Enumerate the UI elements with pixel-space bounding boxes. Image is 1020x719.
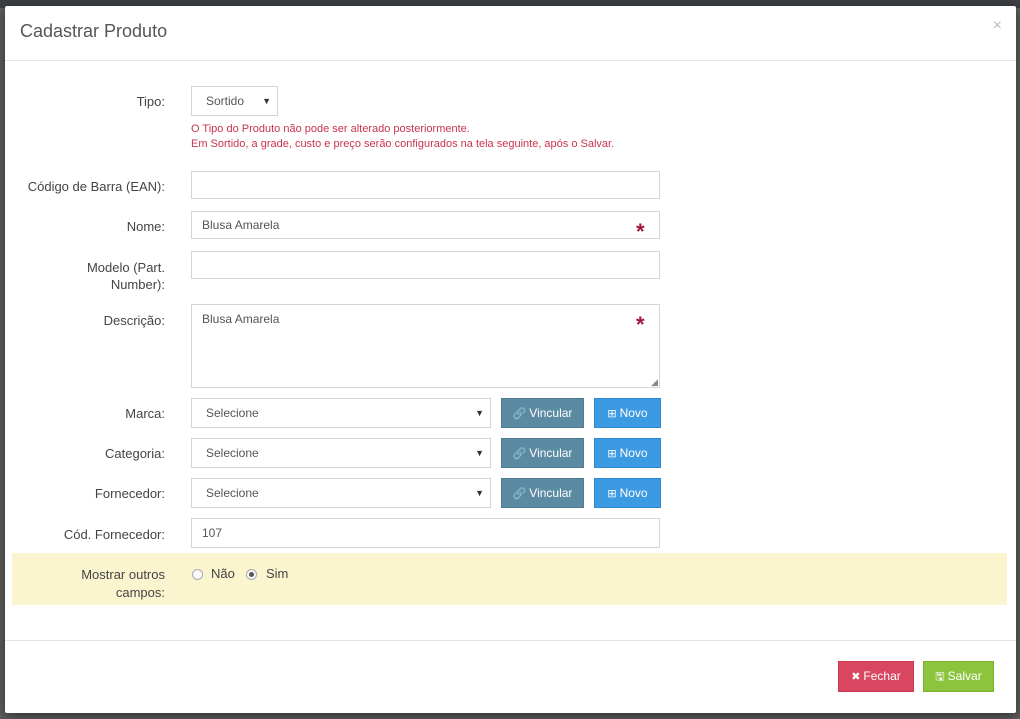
fornecedor-select[interactable]: Selecione ▼ (191, 478, 491, 508)
marca-novo-button[interactable]: ⊞ Novo (594, 398, 661, 428)
modal-footer-divider (5, 640, 1016, 641)
vincular-label: Vincular (529, 406, 573, 420)
salvar-label: Salvar (947, 669, 982, 683)
times-icon: ✖ (851, 671, 861, 683)
plus-square-icon: ⊞ (607, 488, 617, 500)
descricao-required-icon: * (636, 312, 645, 337)
vincular-label: Vincular (529, 446, 573, 460)
categoria-select[interactable]: Selecione ▼ (191, 438, 491, 468)
modal-title: Cadastrar Produto (20, 21, 168, 41)
novo-label: Novo (619, 446, 648, 460)
radio-nao[interactable] (192, 569, 203, 580)
link-icon: 🔗 (512, 408, 527, 420)
ean-label: Código de Barra (EAN): (27, 179, 165, 194)
vincular-label: Vincular (529, 486, 573, 500)
link-icon: 🔗 (512, 488, 527, 500)
radio-nao-label[interactable]: Não (211, 566, 235, 581)
caret-down-icon: ▼ (475, 488, 484, 498)
descricao-textarea[interactable]: Blusa Amarela (191, 304, 660, 388)
link-icon: 🔗 (512, 448, 527, 460)
radio-sim-label[interactable]: Sim (266, 566, 288, 581)
save-icon: 🖫 (935, 671, 945, 683)
close-icon[interactable]: × (993, 17, 1002, 35)
marca-vincular-button[interactable]: 🔗 Vincular (501, 398, 584, 428)
descricao-label: Descrição: (103, 313, 165, 328)
modelo-label-line1: Modelo (Part. (86, 260, 165, 275)
cod-fornecedor-label: Cód. Fornecedor: (63, 527, 165, 542)
fornecedor-vincular-button[interactable]: 🔗 Vincular (501, 478, 584, 508)
novo-label: Novo (619, 406, 648, 420)
tipo-hint-line1: O Tipo do Produto não pode ser alterado … (191, 123, 470, 135)
modelo-label-line2: Number): (110, 277, 165, 292)
modal-header: Cadastrar Produto × (5, 6, 1016, 61)
mostrar-label-line1: Mostrar outros (81, 567, 165, 582)
caret-down-icon: ▼ (262, 96, 271, 106)
tipo-select[interactable]: Sortido ▼ (191, 86, 278, 116)
marca-select-value: Selecione (206, 406, 259, 420)
categoria-select-value: Selecione (206, 446, 259, 460)
caret-down-icon: ▼ (475, 448, 484, 458)
fechar-button[interactable]: ✖ Fechar (838, 661, 914, 692)
modelo-input[interactable] (191, 251, 660, 279)
tipo-select-value: Sortido (206, 94, 245, 108)
tipo-hint-line2: Em Sortido, a grade, custo e preço serão… (191, 138, 615, 150)
novo-label: Novo (619, 486, 648, 500)
cod-fornecedor-input[interactable]: 107 (191, 518, 660, 548)
resize-handle-icon[interactable]: ◢ (651, 377, 658, 388)
nome-label: Nome: (126, 219, 165, 234)
fechar-label: Fechar (863, 669, 901, 683)
radio-sim[interactable] (246, 569, 257, 580)
fornecedor-select-value: Selecione (206, 486, 259, 500)
fornecedor-label: Fornecedor: (94, 486, 165, 501)
salvar-button[interactable]: 🖫 Salvar (923, 661, 994, 692)
ean-input[interactable] (191, 171, 660, 199)
categoria-label: Categoria: (105, 446, 165, 461)
cadastrar-produto-modal: Cadastrar Produto × Tipo: Sortido ▼ O Ti… (5, 6, 1016, 713)
nome-required-icon: * (636, 219, 645, 244)
categoria-novo-button[interactable]: ⊞ Novo (594, 438, 661, 468)
marca-select[interactable]: Selecione ▼ (191, 398, 491, 428)
caret-down-icon: ▼ (475, 408, 484, 418)
nome-input[interactable]: Blusa Amarela (191, 211, 660, 239)
plus-square-icon: ⊞ (607, 448, 617, 460)
fornecedor-novo-button[interactable]: ⊞ Novo (594, 478, 661, 508)
categoria-vincular-button[interactable]: 🔗 Vincular (501, 438, 584, 468)
plus-square-icon: ⊞ (607, 408, 617, 420)
marca-label: Marca: (125, 406, 165, 421)
mostrar-label-line2: campos: (115, 585, 165, 600)
tipo-label: Tipo: (136, 94, 165, 109)
